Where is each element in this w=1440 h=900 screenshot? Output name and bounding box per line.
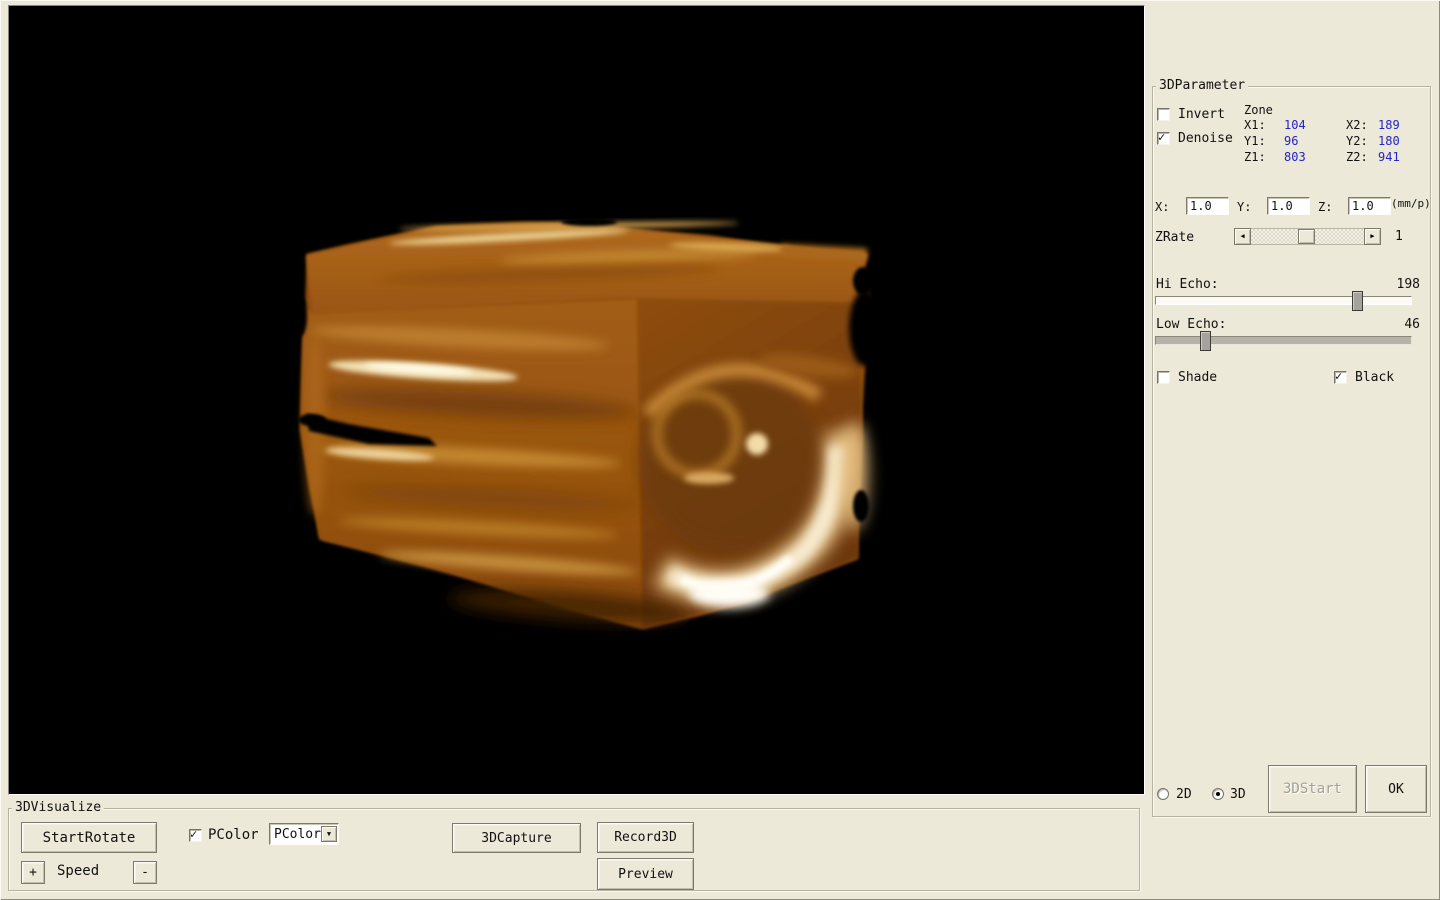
zone-title: Zone [1244,103,1273,117]
black-checkbox[interactable]: ✓ [1334,371,1347,384]
spacing-y-input[interactable] [1267,197,1310,215]
spacing-z-label: Z: [1318,200,1332,214]
visualize-group-title: 3DVisualize [12,801,104,815]
denoise-label: Denoise [1178,131,1233,146]
pcolor-dropdown-value: PColor [270,827,321,842]
invert-label: Invert [1178,107,1225,122]
scroll-left-arrow-icon[interactable]: ◀ [1234,228,1251,245]
ok-button[interactable]: OK [1365,765,1427,813]
zone-y2-value: 180 [1378,134,1400,148]
3dstart-button[interactable]: 3DStart [1268,765,1357,813]
zrate-scrollbar: ◀ ▶ [1234,228,1381,245]
spacing-x-input[interactable] [1186,197,1229,215]
check-icon: ✓ [1158,132,1169,143]
render-viewport[interactable] [8,5,1145,795]
spacing-x-label: X: [1155,200,1169,214]
low-echo-slider-track[interactable] [1155,336,1412,345]
mode-3d-label: 3D [1230,787,1246,802]
speed-minus-button[interactable]: - [133,861,157,884]
hi-echo-slider-thumb[interactable] [1352,291,1363,311]
mode-3d-radio[interactable] [1212,788,1224,800]
app-window: { "window": { "background": "#ece9d8", "… [0,0,1440,900]
dropdown-arrow-icon[interactable]: ▼ [321,826,337,842]
black-label: Black [1355,370,1394,385]
start-rotate-button[interactable]: StartRotate [21,822,157,853]
record3d-button[interactable]: Record3D [597,822,694,853]
zone-z2-label: Z2: [1346,150,1368,164]
pcolor-checkbox-label: PColor [208,828,259,843]
parameter-group-title: 3DParameter [1156,79,1248,93]
zrate-scroll-thumb[interactable] [1298,229,1315,244]
zone-y1-label: Y1: [1244,134,1266,148]
zone-z1-label: Z1: [1244,150,1266,164]
mode-2d-radio[interactable] [1157,788,1169,800]
preview-button[interactable]: Preview [597,858,694,890]
zone-y2-label: Y2: [1346,134,1368,148]
denoise-checkbox[interactable]: ✓ [1157,132,1170,145]
3dcapture-button[interactable]: 3DCapture [452,823,581,853]
mode-2d-label: 2D [1176,787,1192,802]
speed-plus-button[interactable]: + [21,861,45,884]
zone-x2-value: 189 [1378,118,1400,132]
zone-x2-label: X2: [1346,118,1368,132]
zrate-label: ZRate [1155,230,1194,245]
low-echo-label: Low Echo: [1156,317,1226,332]
check-icon: ✓ [1335,371,1346,382]
speed-label: Speed [57,864,99,879]
zone-z2-value: 941 [1378,150,1400,164]
pcolor-checkbox[interactable]: ✓ [189,829,202,842]
zone-x1-label: X1: [1244,118,1266,132]
zrate-value: 1 [1395,229,1403,244]
spacing-z-input[interactable] [1348,197,1391,215]
radio-dot-icon [1216,792,1220,796]
parameter-groupbox [1152,86,1431,817]
shade-label: Shade [1178,370,1217,385]
hi-echo-value: 198 [1385,277,1420,292]
low-echo-slider-thumb[interactable] [1200,331,1211,351]
spacing-y-label: Y: [1237,200,1251,214]
invert-checkbox[interactable]: ✓ [1157,108,1170,121]
scroll-right-arrow-icon[interactable]: ▶ [1364,228,1381,245]
spacing-unit-label: (mm/p) [1391,197,1431,210]
low-echo-value: 46 [1385,317,1420,332]
pcolor-dropdown[interactable]: PColor ▼ [269,823,339,845]
zone-x1-value: 104 [1284,118,1306,132]
shade-checkbox[interactable]: ✓ [1157,371,1170,384]
hi-echo-slider-track[interactable] [1155,296,1412,305]
hi-echo-label: Hi Echo: [1156,277,1219,292]
check-icon: ✓ [190,829,201,840]
zrate-scroll-track[interactable] [1251,228,1364,245]
volume-render-3d [9,6,1144,794]
zone-y1-value: 96 [1284,134,1298,148]
zone-z1-value: 803 [1284,150,1306,164]
